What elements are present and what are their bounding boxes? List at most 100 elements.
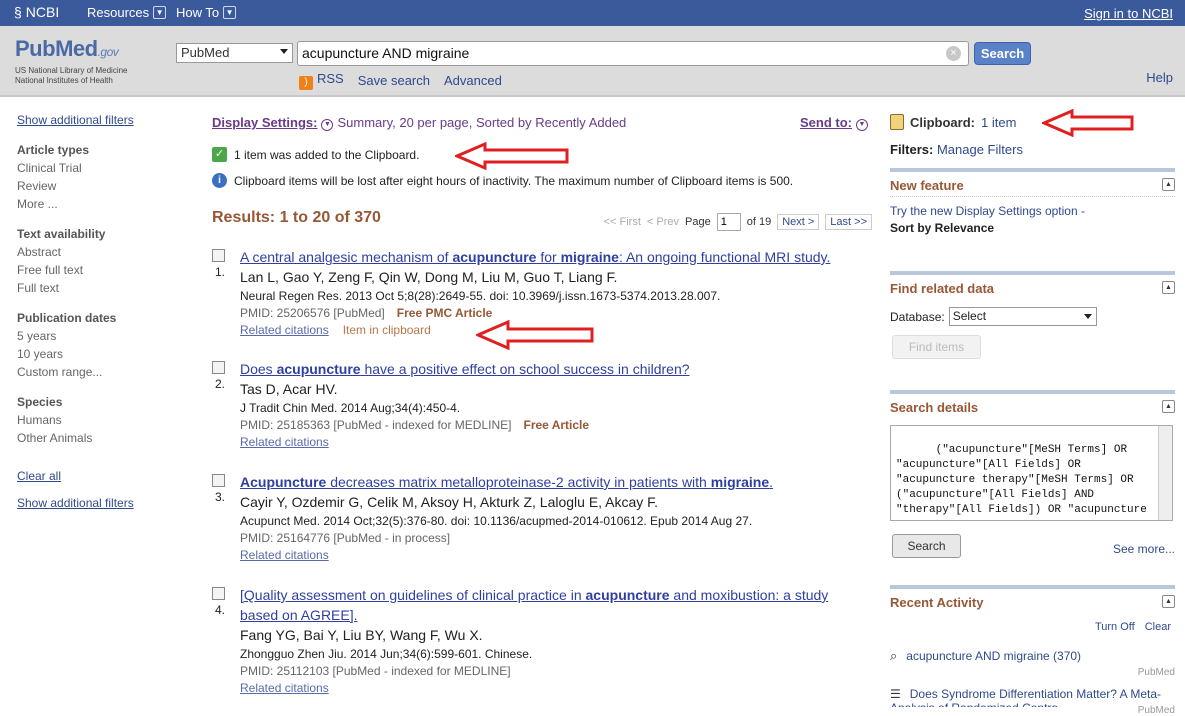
title-part: decreases matrix metalloproteinase-2 act… xyxy=(326,474,711,490)
related-citations-link[interactable]: Related citations xyxy=(240,435,329,449)
filter-item[interactable]: Free full text xyxy=(17,261,197,279)
related-citations-link[interactable]: Related citations xyxy=(240,548,329,562)
clipboard-added-text: 1 item was added to the Clipboard. xyxy=(234,147,420,162)
result-pmid: PMID: 25112103 [PubMed - indexed for MED… xyxy=(240,664,511,678)
filter-item[interactable]: More ... xyxy=(17,195,197,213)
result-journal: J Tradit Chin Med. 2014 Aug;34(4):450-4. xyxy=(240,401,461,415)
resources-menu[interactable]: Resources ▼ xyxy=(87,5,167,20)
display-settings-link[interactable]: Display Settings: xyxy=(212,115,317,130)
clipboard-info-text: Clipboard items will be lost after eight… xyxy=(234,173,794,188)
search-details-textarea[interactable]: ("acupuncture"[MeSH Terms] OR "acupunctu… xyxy=(890,425,1173,521)
chevron-down-icon[interactable]: ▼ xyxy=(321,119,334,131)
filter-item[interactable]: 5 years xyxy=(17,327,197,345)
logo-med: Med xyxy=(55,36,98,61)
new-feature-link[interactable]: Try the new Display Settings option - So… xyxy=(890,203,1085,237)
select-checkbox[interactable] xyxy=(212,587,225,600)
filter-item[interactable]: Review xyxy=(17,177,197,195)
database-select-value: PubMed xyxy=(181,45,230,60)
logo-gov: .gov xyxy=(97,45,119,59)
related-database-select[interactable]: Select xyxy=(948,307,1097,326)
select-checkbox[interactable] xyxy=(212,474,225,487)
help-link[interactable]: Help xyxy=(1146,70,1173,85)
show-additional-filters-link-bottom[interactable]: Show additional filters xyxy=(17,496,197,510)
howto-menu[interactable]: How To ▼ xyxy=(176,5,237,20)
title-highlight: Acupuncture xyxy=(240,474,327,490)
pubmed-header: PubMed.gov US National Library of Medici… xyxy=(0,26,1185,97)
advanced-search-link[interactable]: Advanced xyxy=(444,73,502,88)
sign-in-link[interactable]: Sign in to NCBI xyxy=(1084,6,1173,21)
free-article-link[interactable]: Free Article xyxy=(523,418,589,432)
result-title-link[interactable]: [Quality assessment on guidelines of cli… xyxy=(240,585,870,625)
search-button[interactable]: Search xyxy=(974,42,1031,65)
chevron-down-icon: ▼ xyxy=(223,6,237,19)
next-page-button[interactable]: Next > xyxy=(777,214,820,230)
clipboard-added-message: ✓ 1 item was added to the Clipboard. xyxy=(212,147,419,162)
filters-row: Filters: Manage Filters xyxy=(890,142,1023,157)
manage-filters-link[interactable]: Manage Filters xyxy=(937,142,1023,157)
scrollbar[interactable] xyxy=(1158,426,1172,520)
last-page-button[interactable]: Last >> xyxy=(825,214,872,230)
clipboard-items-link[interactable]: 1 item xyxy=(981,115,1016,130)
ncbi-logo[interactable]: § NCBI xyxy=(14,4,59,20)
recent-activity-item[interactable]: ⌕ acupuncture AND migraine (370) PubMed xyxy=(890,648,1175,678)
search-input[interactable]: acupuncture AND migraine × xyxy=(297,41,969,66)
title-part: A central analgesic mechanism of xyxy=(240,249,453,265)
filter-item[interactable]: 10 years xyxy=(17,345,197,363)
first-page-button[interactable]: << First xyxy=(604,216,641,228)
collapse-icon[interactable]: ▲ xyxy=(1162,178,1175,191)
filter-item[interactable]: Custom range... xyxy=(17,363,197,381)
turn-off-link[interactable]: Turn Off xyxy=(1095,621,1135,633)
filter-item[interactable]: Clinical Trial xyxy=(17,159,197,177)
pubmed-logo[interactable]: PubMed.gov xyxy=(15,36,119,62)
show-additional-filters-link[interactable]: Show additional filters xyxy=(17,113,197,127)
result-pmid: PMID: 25185363 [PubMed - indexed for MED… xyxy=(240,418,512,432)
dropdown-arrow-icon xyxy=(280,49,288,54)
new-feature-portlet: New feature ▲ Try the new Display Settin… xyxy=(890,168,1175,248)
chevron-down-icon: ▼ xyxy=(856,119,868,131)
filter-item[interactable]: Humans xyxy=(17,411,197,429)
database-select[interactable]: PubMed xyxy=(176,43,293,63)
collapse-icon[interactable]: ▲ xyxy=(1162,595,1175,608)
clear-search-icon[interactable]: × xyxy=(946,46,961,61)
result-number: 3. xyxy=(215,490,226,504)
recent-activity-item[interactable]: ☰ Does Syndrome Differentiation Matter? A… xyxy=(890,687,1175,707)
page-number-input[interactable] xyxy=(716,213,741,231)
filter-item[interactable]: Full text xyxy=(17,279,197,297)
filter-item[interactable]: Abstract xyxy=(17,243,197,261)
select-checkbox[interactable] xyxy=(212,249,225,262)
free-article-link[interactable]: Free PMC Article xyxy=(397,306,493,320)
related-citations-link[interactable]: Related citations xyxy=(240,323,329,337)
see-more-link[interactable]: See more... xyxy=(1113,542,1175,556)
collapse-icon[interactable]: ▲ xyxy=(1162,281,1175,294)
filter-item[interactable]: Other Animals xyxy=(17,429,197,447)
select-checkbox[interactable] xyxy=(212,361,225,374)
search-details-button[interactable]: Search xyxy=(892,534,961,558)
result-pmid: PMID: 25164776 [PubMed - in process] xyxy=(240,531,451,545)
related-citations-link[interactable]: Related citations xyxy=(240,681,329,695)
filter-group-title: Article types xyxy=(17,143,90,157)
title-highlight: acupuncture xyxy=(276,361,361,377)
result-title-link[interactable]: Acupuncture decreases matrix metalloprot… xyxy=(240,472,870,492)
recent-activity-portlet: Recent Activity ▲ Turn Off Clear ⌕ acupun… xyxy=(890,585,1175,716)
result-title-link[interactable]: A central analgesic mechanism of acupunc… xyxy=(240,247,870,267)
send-to-menu[interactable]: Send to: ▼ xyxy=(800,115,872,131)
resources-label: Resources xyxy=(87,5,150,20)
save-search-link[interactable]: Save search xyxy=(358,73,430,88)
title-part: have a positive effect on school success… xyxy=(360,361,690,377)
item-in-clipboard-link[interactable]: Item in clipboard xyxy=(343,323,431,337)
display-summary: Summary, 20 per page, Sorted by Recently… xyxy=(337,115,627,130)
portlet-title: Find related data xyxy=(890,281,995,296)
filter-group-title: Publication dates xyxy=(17,311,117,325)
collapse-icon[interactable]: ▲ xyxy=(1162,400,1175,413)
rss-link[interactable]: ) RSS xyxy=(299,71,344,90)
prev-page-button[interactable]: < Prev xyxy=(647,216,679,228)
nih-line: National Institutes of Health xyxy=(15,76,113,85)
find-items-button[interactable]: Find items xyxy=(892,335,981,359)
result-number: 1. xyxy=(215,265,226,279)
logo-pub: Pub xyxy=(15,36,56,61)
clear-link[interactable]: Clear xyxy=(1145,621,1171,633)
title-highlight: migraine xyxy=(560,249,619,265)
portlet-title: Recent Activity xyxy=(890,595,984,610)
result-title-link[interactable]: Does acupuncture have a positive effect … xyxy=(240,359,870,379)
clear-all-link[interactable]: Clear all xyxy=(17,469,197,483)
